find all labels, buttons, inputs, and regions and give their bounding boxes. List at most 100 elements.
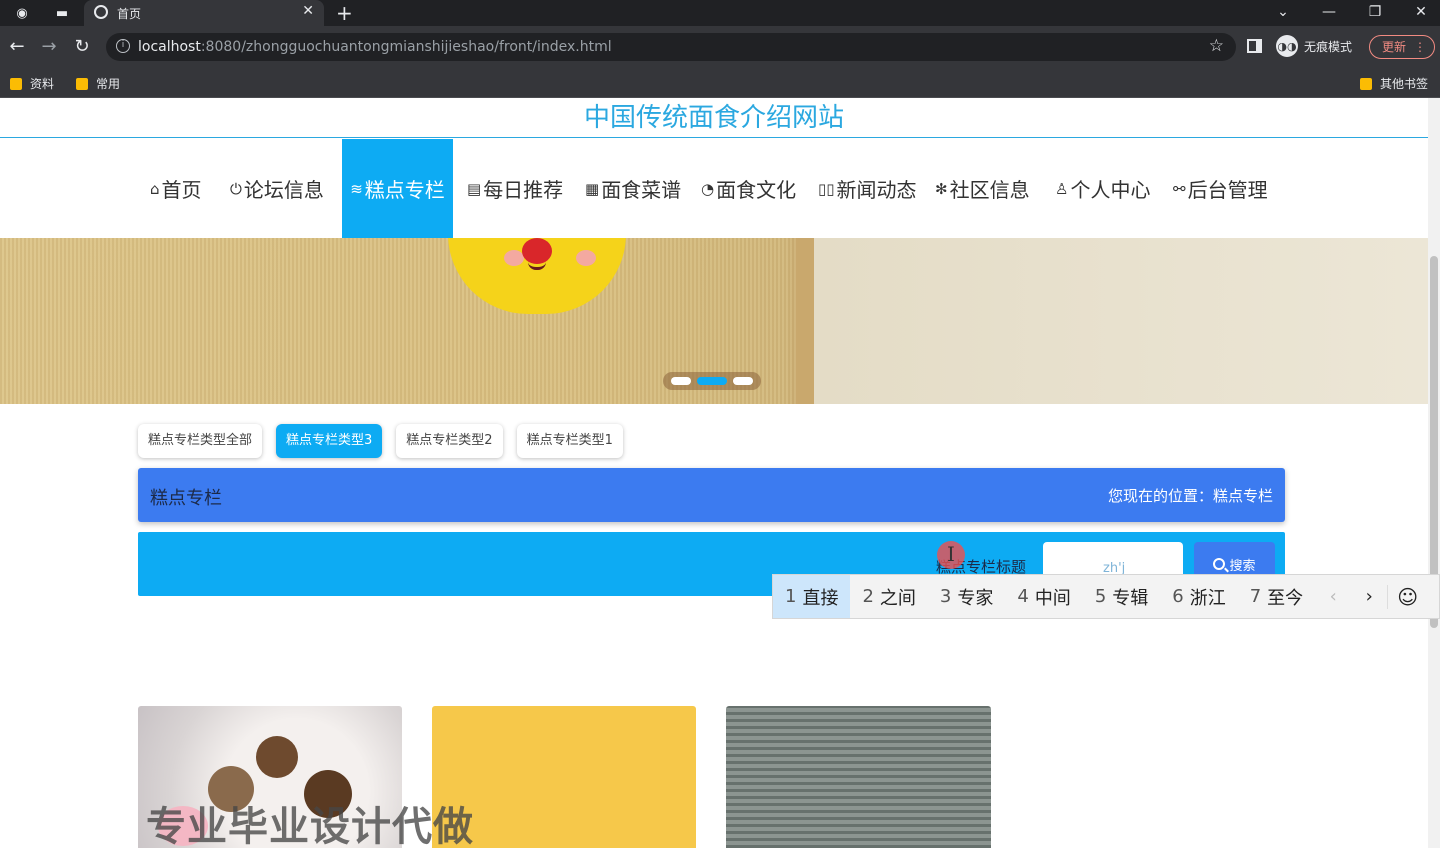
update-label: 更新 — [1382, 40, 1407, 54]
nav-daily[interactable]: ▤ 每日推荐 — [467, 139, 563, 238]
nav-label: 糕点专栏 — [364, 178, 445, 202]
window-close-icon[interactable]: ✕ — [1398, 0, 1440, 24]
minimize-icon[interactable]: — — [1306, 0, 1352, 24]
grid-icon: ▦ — [585, 179, 600, 198]
folder-icon — [1360, 77, 1372, 90]
power-icon: ⏻ — [230, 179, 242, 198]
back-icon[interactable]: ← — [6, 36, 28, 57]
breadcrumb: 糕点专栏 您现在的位置：糕点专栏 — [138, 468, 1285, 522]
bookmark-label: 其他书签 — [1380, 77, 1429, 91]
other-bookmarks[interactable]: 其他书签 — [1360, 75, 1428, 92]
update-button[interactable]: 更新 ⋮ — [1369, 35, 1435, 59]
ime-next-page-icon[interactable]: › — [1351, 586, 1387, 607]
ime-candidate[interactable]: 7 至今 — [1238, 575, 1315, 618]
incognito-label: 无痕模式 — [1304, 39, 1353, 54]
user-icon: ♙ — [1055, 179, 1069, 198]
mug-nose — [522, 238, 552, 264]
nav-admin[interactable]: ⚯ 后台管理 — [1173, 139, 1268, 238]
browser-toolbar: ← → ↻ i localhost:8080/zhongguochuantong… — [0, 26, 1440, 68]
snowflake-icon: ✻ — [935, 179, 948, 198]
nav-label: 新闻动态 — [836, 178, 917, 202]
bookmarks-bar: 资料 常用 其他书签 — [0, 68, 1440, 98]
pastry-shape — [256, 736, 298, 778]
nav-recipes[interactable]: ▦ 面食菜谱 — [585, 139, 681, 238]
site-info-icon[interactable]: i — [116, 39, 130, 53]
nav-label: 每日推荐 — [483, 178, 564, 202]
ime-candidate-window: 1 直接 2 之间 3 专家 4 中间 5 专辑 6 浙江 7 至今 ‹ › ☺ — [772, 574, 1440, 619]
nav-label: 个人中心 — [1070, 178, 1151, 202]
carousel-dot[interactable] — [733, 377, 753, 385]
bookmark-label: 常用 — [96, 77, 121, 91]
new-tab-icon[interactable]: + — [336, 1, 353, 25]
search-icon — [1213, 558, 1226, 570]
emoji-icon[interactable]: ☺ — [1387, 584, 1427, 609]
nav-community[interactable]: ✻ 社区信息 — [935, 139, 1030, 238]
folder-icon — [76, 77, 88, 90]
type-tab-2[interactable]: 糕点专栏类型2 — [396, 424, 503, 458]
ime-candidate[interactable]: 4 中间 — [1005, 575, 1082, 618]
nav-forum[interactable]: ⏻ 论坛信息 — [230, 139, 324, 238]
ime-candidate[interactable]: 1 直接 — [773, 575, 851, 618]
reload-icon[interactable]: ↻ — [71, 36, 93, 57]
browser-tab-strip: ◉ ▬ 首页 ✕ + ⌄ — ❐ ✕ — [0, 0, 1440, 26]
carousel-dot[interactable] — [671, 377, 691, 385]
nav-news[interactable]: ▯▯ 新闻动态 — [818, 139, 917, 238]
restore-icon[interactable]: ❐ — [1352, 0, 1398, 24]
nav-label: 论坛信息 — [243, 178, 324, 202]
dashboard-icon: ◔ — [701, 179, 715, 198]
scrollbar-thumb[interactable] — [1430, 256, 1438, 628]
menu-kebab-icon[interactable]: ⋮ — [1414, 36, 1426, 58]
type-tab-1[interactable]: 糕点专栏类型1 — [516, 424, 623, 458]
tab-search-icon[interactable]: ⌄ — [1260, 0, 1306, 24]
pastry-card-image[interactable] — [726, 706, 991, 848]
mug-cheek — [576, 250, 596, 266]
bookmark-star-icon[interactable]: ☆ — [1209, 36, 1224, 56]
forward-icon[interactable]: → — [38, 36, 60, 57]
type-tab-3[interactable]: 糕点专栏类型3 — [276, 424, 383, 458]
address-bar[interactable]: i localhost:8080/zhongguochuantongmiansh… — [106, 33, 1236, 61]
folder-icon — [10, 77, 22, 90]
nav-pastry[interactable]: ≋ 糕点专栏 — [342, 139, 453, 238]
url-text: localhost:8080/zhongguochuantongmianshij… — [138, 39, 612, 55]
nav-label: 面食文化 — [716, 178, 797, 202]
globe-icon — [94, 5, 108, 19]
carousel-indicator — [663, 372, 761, 390]
web-page: 中国传统面食介绍网站 ⌂ 首页 ⏻ 论坛信息 ≋ 糕点专栏 ▤ 每日推荐 ▦ 面食菜谱 ◔… — [0, 98, 1428, 848]
banner-image-detail — [796, 238, 814, 404]
incognito-indicator[interactable]: ◑◑ 无痕模式 — [1276, 35, 1352, 57]
watermark-text: 专业毕业设计代做 — [146, 804, 474, 848]
news-icon: ▯▯ — [818, 179, 835, 198]
page-scrollbar[interactable] — [1428, 98, 1440, 848]
ime-candidate[interactable]: 3 专家 — [928, 575, 1005, 618]
mug-cheek — [504, 250, 524, 266]
layers-icon: ≋ — [350, 179, 363, 198]
carousel-dot-active[interactable] — [697, 377, 727, 385]
browser-profile-icon[interactable]: ◉ — [13, 4, 31, 22]
current-location: 您现在的位置：糕点专栏 — [1107, 487, 1273, 505]
bookmark-folder[interactable]: 资料 — [10, 75, 54, 92]
side-panel-icon[interactable] — [1247, 39, 1262, 53]
ime-candidate[interactable]: 5 专辑 — [1083, 575, 1160, 618]
tab-title: 首页 — [117, 7, 142, 21]
ime-candidate[interactable]: 2 之间 — [850, 575, 927, 618]
incognito-icon: ◑◑ — [1276, 35, 1298, 57]
type-tab-all[interactable]: 糕点专栏类型全部 — [138, 424, 263, 458]
link-icon: ⚯ — [1173, 179, 1186, 198]
browser-tab[interactable]: 首页 ✕ — [84, 0, 324, 26]
search-button-label: 搜索 — [1229, 558, 1256, 574]
bookmark-label: 资料 — [30, 77, 55, 91]
tab-close-icon[interactable]: ✕ — [302, 3, 314, 19]
nav-label: 社区信息 — [949, 178, 1030, 202]
nav-profile[interactable]: ♙ 个人中心 — [1055, 139, 1150, 238]
nav-home[interactable]: ⌂ 首页 — [150, 139, 202, 238]
banner-carousel[interactable] — [0, 238, 1428, 404]
site-title: 中国传统面食介绍网站 — [0, 98, 1428, 138]
type-filter-tabs: 糕点专栏类型全部 糕点专栏类型3 糕点专栏类型2 糕点专栏类型1 — [138, 424, 623, 458]
ime-candidate[interactable]: 6 浙江 — [1160, 575, 1237, 618]
nav-culture[interactable]: ◔ 面食文化 — [701, 139, 796, 238]
bookmark-folder[interactable]: 常用 — [76, 75, 120, 92]
text-cursor-icon: I — [947, 542, 955, 566]
nav-label: 首页 — [161, 178, 202, 202]
ime-prev-page-icon[interactable]: ‹ — [1315, 586, 1351, 607]
tab-groups-icon[interactable]: ▬ — [53, 4, 71, 22]
